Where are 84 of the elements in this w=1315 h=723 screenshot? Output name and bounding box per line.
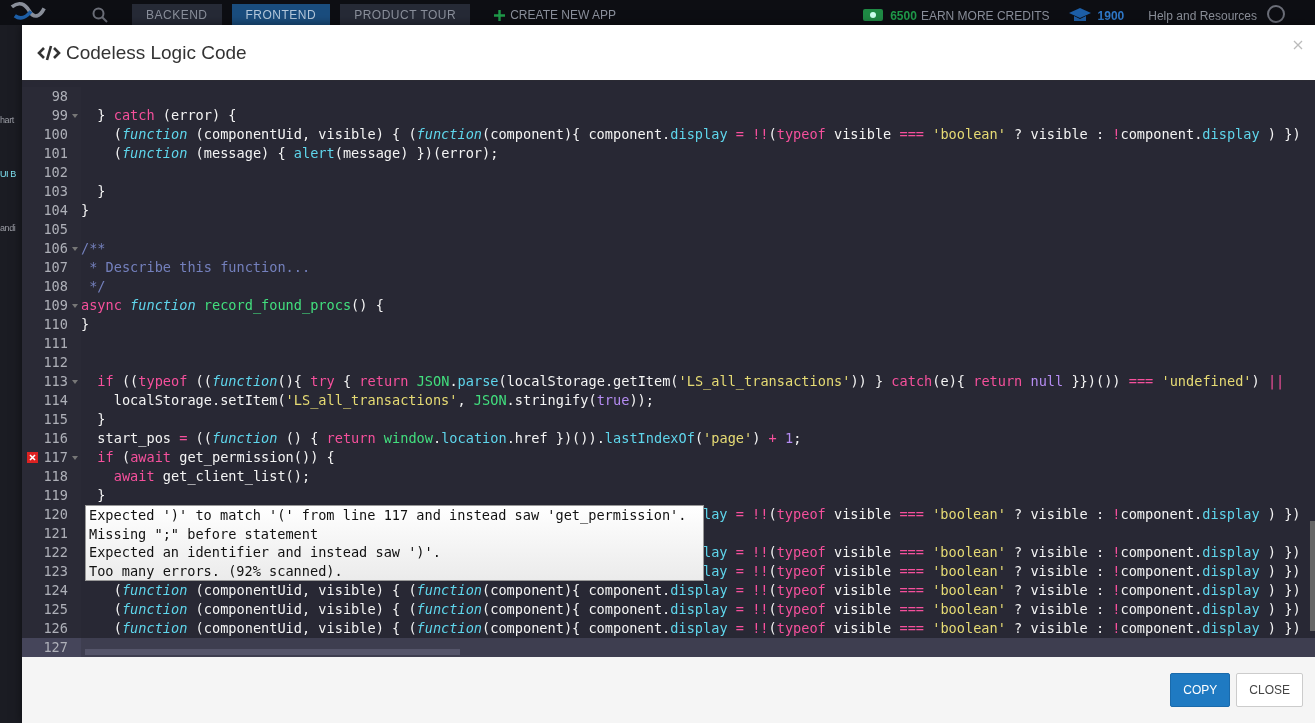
code-line: * Describe this function...: [88, 259, 311, 275]
error-message: Missing ";" before statement: [89, 524, 320, 543]
scrollbar-thumb[interactable]: [1310, 521, 1315, 631]
code-line: async function record_found_procs() {: [81, 297, 384, 313]
line-number: 118: [43, 467, 68, 486]
credits-count: 6500: [890, 9, 917, 23]
line-number: 102: [43, 163, 68, 182]
line-number: 105: [43, 220, 68, 239]
line-number: 116: [43, 429, 68, 448]
line-number: 121: [43, 524, 68, 543]
line-number: 110: [43, 315, 68, 334]
code-line: }: [96, 487, 106, 503]
line-number: 126: [43, 619, 68, 638]
help-link[interactable]: Help and Resources: [1148, 9, 1257, 23]
code-line: lay = !!(typeof visible === 'boolean' ? visible : !component.display ) }): [703, 563, 1301, 579]
code-line: }: [81, 316, 90, 332]
dialog-title: Codeless Logic Code: [66, 41, 247, 64]
line-number: 111: [43, 334, 68, 353]
line-number: 109: [43, 296, 68, 315]
error-message: Too many errors. (92% scanned).: [89, 561, 344, 580]
code-line: start_pos = ((function () { return window.location.href })()).lastIndexOf('page') + 1;: [96, 430, 802, 446]
fold-caret-icon[interactable]: [71, 113, 78, 118]
code-line: }: [96, 183, 106, 199]
create-app-button[interactable]: CREATE NEW APP: [488, 7, 622, 23]
line-number: 123: [43, 562, 68, 581]
code-line: await get_client_list();: [112, 468, 311, 484]
line-number: 124: [43, 581, 68, 600]
line-number: 113: [43, 372, 68, 391]
line-number: 108: [43, 277, 68, 296]
nav-tab[interactable]: FRONTEND: [231, 4, 331, 25]
line-number: 98: [51, 87, 68, 106]
code-line: if (await get_permission()) {: [96, 449, 335, 465]
sidebar-item[interactable]: hart: [0, 115, 22, 125]
line-number: 127: [43, 638, 68, 657]
line-number: 119: [43, 486, 68, 505]
code-icon: [37, 44, 61, 61]
nav-tab[interactable]: PRODUCT TOUR: [340, 4, 471, 25]
code-line: }: [96, 411, 106, 427]
sidebar-item[interactable]: andi: [0, 223, 22, 233]
fold-caret-icon[interactable]: [71, 246, 78, 251]
code-line: */: [88, 278, 106, 294]
line-number: 114: [43, 391, 68, 410]
search-icon[interactable]: [92, 7, 108, 23]
fold-caret-icon[interactable]: [71, 455, 78, 460]
line-number: 122: [43, 543, 68, 562]
line-number: 107: [43, 258, 68, 277]
fold-caret-icon[interactable]: [71, 379, 78, 384]
code-line: if ((typeof ((function(){ try { return JSON.parse(localStorage.getItem('LS_all_transactions')) } catch(e){ return null }})()) === 'undefined') ||: [96, 373, 1285, 389]
code-line: localStorage.setItem('LS_all_transactions', JSON.stringify(true));: [112, 392, 654, 408]
line-number: 99: [51, 106, 68, 125]
line-number: 104: [43, 201, 68, 220]
line-number: 106: [43, 239, 68, 258]
code-line: } catch (error) {: [96, 107, 237, 123]
line-number: 115: [43, 410, 68, 429]
line-number: 125: [43, 600, 68, 619]
line-number: 103: [43, 182, 68, 201]
line-number: 101: [43, 144, 68, 163]
dialog-button[interactable]: CLOSE: [1236, 673, 1303, 707]
line-number: 100: [43, 125, 68, 144]
dialog-button[interactable]: COPY: [1170, 673, 1231, 707]
plus-icon: [494, 9, 506, 21]
nav-tab[interactable]: BACKEND: [132, 4, 222, 25]
line-number: 120: [43, 505, 68, 524]
error-message: Expected ')' to match '(' from line 117 and instead saw 'get_permission'.: [89, 506, 688, 525]
fold-caret-icon[interactable]: [71, 303, 78, 308]
sidebar-item[interactable]: UI B: [0, 169, 22, 179]
code-line: (function (componentUid, visible) { (function(component){ component.display = !!(typeof visible === 'boolean' ? visible : !component.display ) }): [112, 601, 1301, 617]
code-line: (function (message) { alert(message) })(error);: [112, 145, 499, 161]
scrollbar-thumb[interactable]: [85, 649, 460, 655]
money-icon: [862, 7, 885, 23]
code-line: (function (componentUid, visible) { (function(component){ component.display = !!(typeof visible === 'boolean' ? visible : !component.display ) }): [112, 126, 1301, 142]
code-line: (function (componentUid, visible) { (function(component){ component.display = !!(typeof visible === 'boolean' ? visible : !component.display ) }): [112, 620, 1301, 636]
code-line: (function (componentUid, visible) { (function(component){ component.display = !!(typeof visible === 'boolean' ? visible : !component.display ) }): [112, 582, 1301, 598]
error-message: Expected an identifier and instead saw ')'.: [89, 543, 442, 562]
points-count: 1900: [1097, 9, 1125, 23]
earn-credits-link[interactable]: EARN MORE CREDITS: [920, 9, 1050, 23]
code-line: lay = !!(typeof visible === 'boolean' ? visible : !component.display ) }): [703, 544, 1301, 560]
avatar-icon[interactable]: [1267, 5, 1285, 23]
code-line: /**: [81, 240, 106, 256]
line-number: 117: [43, 448, 68, 467]
code-line: }: [81, 202, 90, 218]
line-number: 112: [43, 353, 68, 372]
graduation-cap-icon: [1067, 7, 1092, 23]
code-line: lay = !!(typeof visible === 'boolean' ? visible : !component.display ) }): [703, 506, 1301, 522]
